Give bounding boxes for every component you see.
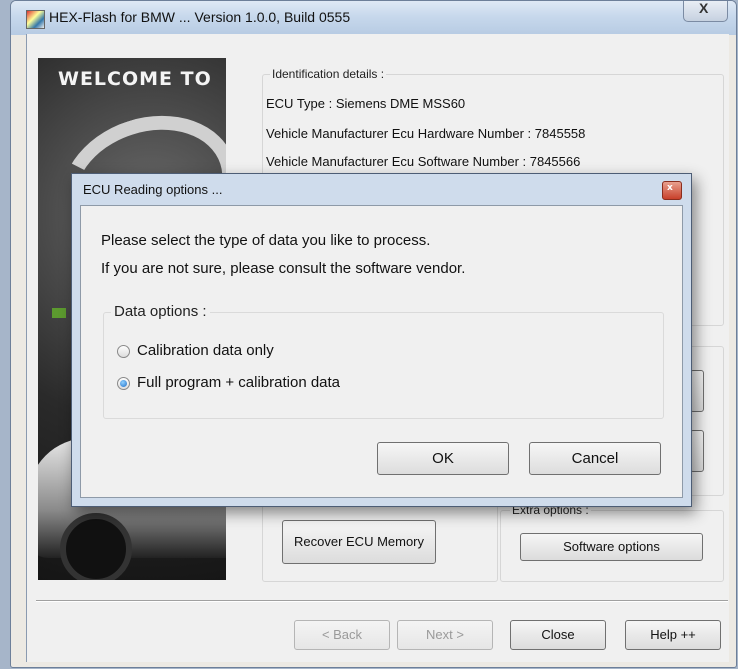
next-button[interactable]: Next > <box>397 620 493 650</box>
help-button[interactable]: Help ++ <box>625 620 721 650</box>
software-number-line: Vehicle Manufacturer Ecu Software Number… <box>266 154 581 169</box>
car-wheel <box>60 513 132 580</box>
data-options-legend: Data options : <box>111 303 210 320</box>
ecu-reading-options-dialog: ECU Reading options ... x Please select … <box>71 173 692 507</box>
dialog-close-button[interactable]: x <box>662 181 682 200</box>
full-program-radio[interactable] <box>117 377 130 390</box>
dialog-body: Please select the type of data you like … <box>80 205 683 498</box>
hardware-number-line: Vehicle Manufacturer Ecu Hardware Number… <box>266 126 586 141</box>
recover-ecu-memory-button[interactable]: Recover ECU Memory <box>282 520 436 564</box>
window-close-button[interactable]: X <box>683 1 728 22</box>
software-options-button[interactable]: Software options <box>520 533 703 561</box>
hidden-action-button-1[interactable] <box>690 370 704 412</box>
banner-accent <box>52 308 66 318</box>
calibration-only-label[interactable]: Calibration data only <box>137 342 274 359</box>
dialog-title: ECU Reading options ... <box>83 182 223 197</box>
cancel-button[interactable]: Cancel <box>529 442 661 475</box>
title-bar: HEX-Flash for BMW ... Version 1.0.0, Bui… <box>11 1 736 35</box>
footer-separator <box>36 600 728 602</box>
hidden-action-button-2[interactable] <box>690 430 704 472</box>
calibration-only-radio[interactable] <box>117 345 130 358</box>
ecu-type-line: ECU Type : Siemens DME MSS60 <box>266 96 466 111</box>
close-button[interactable]: Close <box>510 620 606 650</box>
app-icon <box>26 10 45 29</box>
identification-legend: Identification details : <box>270 67 387 81</box>
close-icon: X <box>699 0 709 16</box>
close-icon: x <box>667 183 673 193</box>
dialog-instruction-line-2: If you are not sure, please consult the … <box>101 260 466 277</box>
dialog-instruction-line-1: Please select the type of data you like … <box>101 232 431 249</box>
banner-welcome-text: WELCOME TO <box>58 68 212 90</box>
full-program-label[interactable]: Full program + calibration data <box>137 374 340 391</box>
back-button[interactable]: < Back <box>294 620 390 650</box>
ok-button[interactable]: OK <box>377 442 509 475</box>
data-options-group <box>103 312 664 419</box>
window-title: HEX-Flash for BMW ... Version 1.0.0, Bui… <box>49 9 351 25</box>
